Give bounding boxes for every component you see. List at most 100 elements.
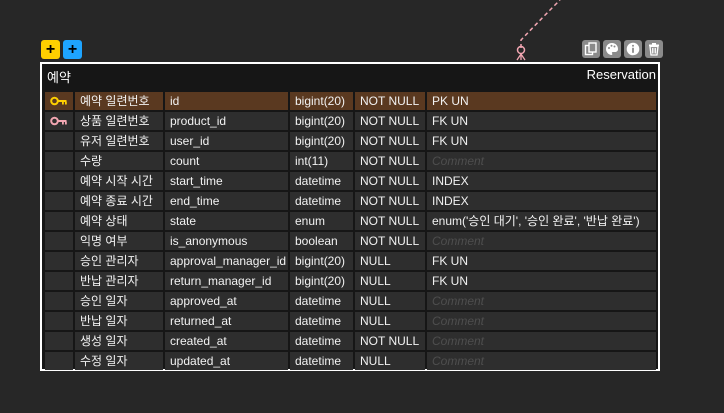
column-row[interactable]: 반납 일자 returned_at datetime NULL Comment (45, 311, 656, 331)
column-name[interactable]: updated_at (165, 352, 288, 370)
column-name[interactable]: product_id (165, 112, 288, 130)
column-row[interactable]: 예약 일련번호 id bigint(20) NOT NULL PK UN (45, 91, 656, 111)
copy-icon (584, 42, 597, 56)
column-type[interactable]: bigint(20) (290, 252, 353, 270)
column-null[interactable]: NULL (355, 352, 425, 370)
column-type[interactable]: bigint(20) (290, 132, 353, 150)
column-null[interactable]: NOT NULL (355, 92, 425, 110)
column-label[interactable]: 유저 일련번호 (75, 132, 163, 150)
column-null[interactable]: NOT NULL (355, 112, 425, 130)
column-type[interactable]: datetime (290, 292, 353, 310)
column-extra[interactable]: INDEX (427, 172, 656, 190)
column-type[interactable]: datetime (290, 172, 353, 190)
column-label[interactable]: 예약 상태 (75, 212, 163, 230)
column-extra[interactable]: Comment (427, 152, 656, 170)
column-name[interactable]: start_time (165, 172, 288, 190)
column-row[interactable]: 수량 count int(11) NOT NULL Comment (45, 151, 656, 171)
column-label[interactable]: 승인 일자 (75, 292, 163, 310)
table-header[interactable]: 예약 Reservation (42, 64, 658, 86)
column-label[interactable]: 승인 관리자 (75, 252, 163, 270)
column-row[interactable]: 상품 일련번호 product_id bigint(20) NOT NULL FK UN (45, 111, 656, 131)
column-name[interactable]: user_id (165, 132, 288, 150)
column-name[interactable]: return_manager_id (165, 272, 288, 290)
column-type[interactable]: datetime (290, 332, 353, 350)
column-name[interactable]: approval_manager_id (165, 252, 288, 270)
column-null[interactable]: NOT NULL (355, 332, 425, 350)
column-name[interactable]: end_time (165, 192, 288, 210)
column-name[interactable]: created_at (165, 332, 288, 350)
column-type[interactable]: datetime (290, 352, 353, 370)
column-row[interactable]: 예약 상태 state enum NOT NULL enum('승인 대기', '승인 … (45, 211, 656, 231)
column-name[interactable]: returned_at (165, 312, 288, 330)
column-name[interactable]: id (165, 92, 288, 110)
column-row[interactable]: 수정 일자 updated_at datetime NULL Comment (45, 351, 656, 371)
entity-table[interactable]: 예약 Reservation 예약 일련번호 id bigint(20) NOT NU… (40, 62, 660, 371)
column-label[interactable]: 생성 일자 (75, 332, 163, 350)
column-label[interactable]: 예약 일련번호 (75, 92, 163, 110)
column-extra[interactable]: Comment (427, 352, 656, 370)
column-row[interactable]: 승인 관리자 approval_manager_id bigint(20) NULL F… (45, 251, 656, 271)
table-name: Reservation (586, 67, 656, 82)
column-type[interactable]: bigint(20) (290, 112, 353, 130)
column-extra[interactable]: Comment (427, 292, 656, 310)
delete-button[interactable] (645, 40, 663, 58)
column-extra[interactable]: PK UN (427, 92, 656, 110)
column-label[interactable]: 수정 일자 (75, 352, 163, 370)
column-label[interactable]: 익명 여부 (75, 232, 163, 250)
key-icon (50, 96, 67, 106)
column-extra[interactable]: FK UN (427, 112, 656, 130)
info-button[interactable] (624, 40, 642, 58)
column-null[interactable]: NULL (355, 252, 425, 270)
column-type[interactable]: bigint(20) (290, 92, 353, 110)
column-type[interactable]: datetime (290, 192, 353, 210)
column-name[interactable]: state (165, 212, 288, 230)
column-extra[interactable]: Comment (427, 232, 656, 250)
column-extra[interactable]: FK UN (427, 132, 656, 150)
color-button[interactable] (603, 40, 621, 58)
column-name[interactable]: count (165, 152, 288, 170)
column-null[interactable]: NOT NULL (355, 172, 425, 190)
column-label[interactable]: 반납 관리자 (75, 272, 163, 290)
column-label[interactable]: 예약 종료 시간 (75, 192, 163, 210)
column-name[interactable]: is_anonymous (165, 232, 288, 250)
column-label[interactable]: 예약 시작 시간 (75, 172, 163, 190)
column-row[interactable]: 반납 관리자 return_manager_id bigint(20) NULL FK … (45, 271, 656, 291)
column-row[interactable]: 유저 일련번호 user_id bigint(20) NOT NULL FK UN (45, 131, 656, 151)
add-index-button[interactable]: + (63, 40, 82, 59)
column-label[interactable]: 상품 일련번호 (75, 112, 163, 130)
column-null[interactable]: NOT NULL (355, 212, 425, 230)
column-type[interactable]: datetime (290, 312, 353, 330)
column-extra[interactable]: FK UN (427, 272, 656, 290)
column-null[interactable]: NULL (355, 272, 425, 290)
column-null[interactable]: NULL (355, 312, 425, 330)
column-row[interactable]: 예약 시작 시간 start_time datetime NOT NULL INDEX (45, 171, 656, 191)
column-extra[interactable]: Comment (427, 332, 656, 350)
column-row[interactable]: 예약 종료 시간 end_time datetime NOT NULL INDEX (45, 191, 656, 211)
column-extra[interactable]: INDEX (427, 192, 656, 210)
column-extra[interactable]: enum('승인 대기', '승인 완료', '반납 완료') (427, 212, 656, 230)
column-type[interactable]: int(11) (290, 152, 353, 170)
key-cell (45, 152, 73, 170)
column-type[interactable]: enum (290, 212, 353, 230)
add-column-button[interactable]: + (41, 40, 60, 59)
key-cell (45, 292, 73, 310)
key-cell (45, 332, 73, 350)
key-cell (45, 212, 73, 230)
copy-button[interactable] (582, 40, 600, 58)
column-null[interactable]: NOT NULL (355, 232, 425, 250)
column-extra[interactable]: FK UN (427, 252, 656, 270)
column-row[interactable]: 익명 여부 is_anonymous boolean NOT NULL Comment (45, 231, 656, 251)
column-null[interactable]: NOT NULL (355, 152, 425, 170)
column-label[interactable]: 수량 (75, 152, 163, 170)
column-row[interactable]: 생성 일자 created_at datetime NOT NULL Comment (45, 331, 656, 351)
palette-icon (606, 43, 618, 55)
column-name[interactable]: approved_at (165, 292, 288, 310)
column-null[interactable]: NOT NULL (355, 132, 425, 150)
column-null[interactable]: NOT NULL (355, 192, 425, 210)
column-label[interactable]: 반납 일자 (75, 312, 163, 330)
column-null[interactable]: NULL (355, 292, 425, 310)
column-type[interactable]: boolean (290, 232, 353, 250)
column-extra[interactable]: Comment (427, 312, 656, 330)
column-type[interactable]: bigint(20) (290, 272, 353, 290)
column-row[interactable]: 승인 일자 approved_at datetime NULL Comment (45, 291, 656, 311)
